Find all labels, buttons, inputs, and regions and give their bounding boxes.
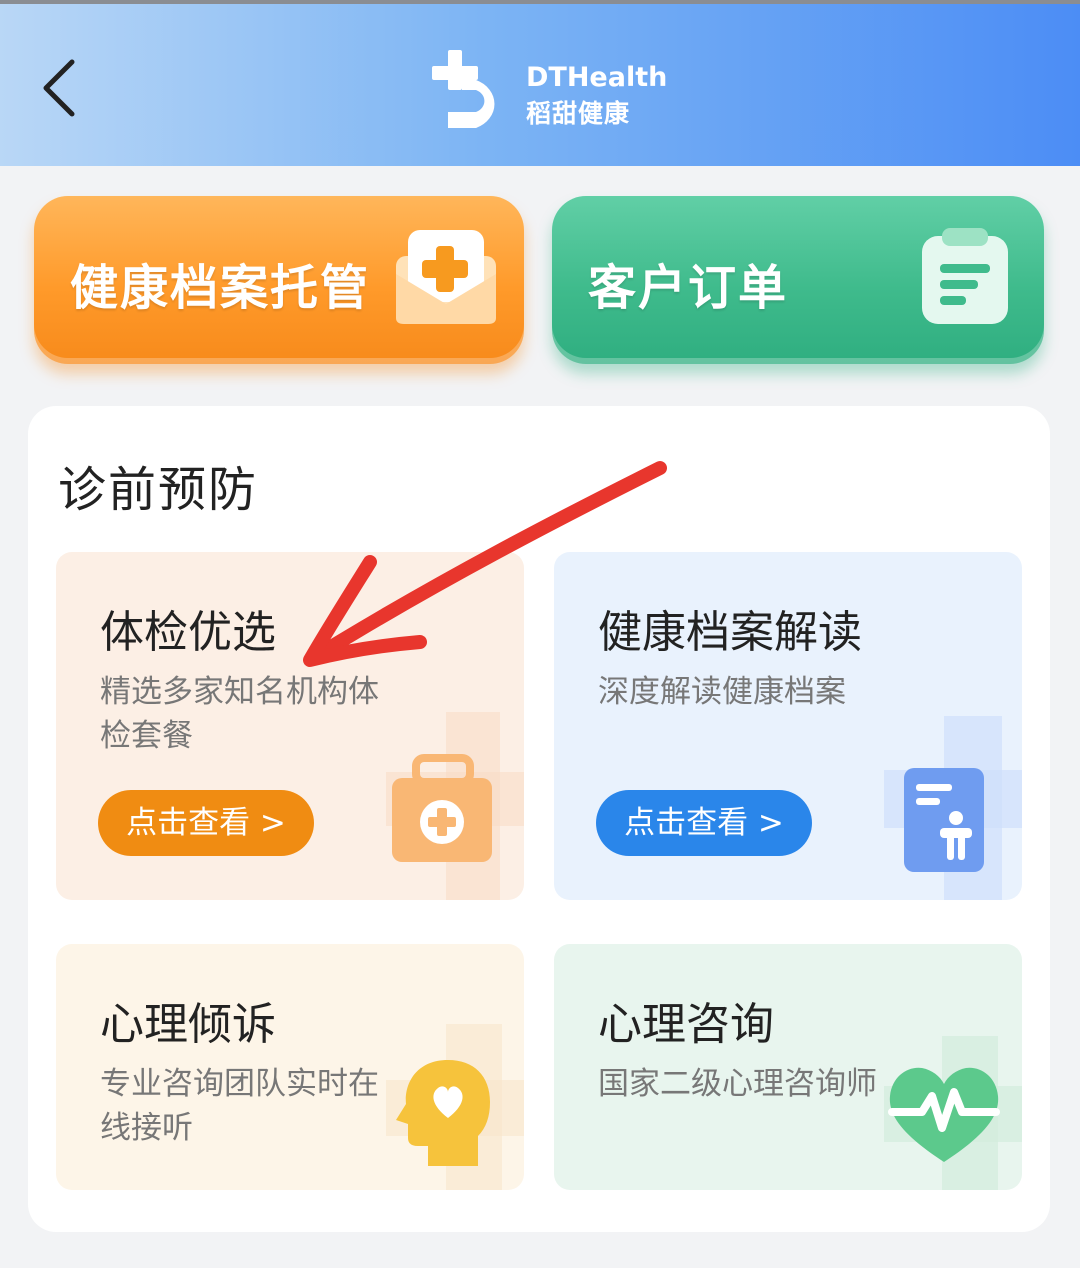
chevron-left-icon [43, 59, 75, 117]
tile-description: 精选多家知名机构体检套餐 [100, 674, 379, 754]
tile-description: 专业咨询团队实时在线接听 [100, 1066, 379, 1146]
psychological-talk-tile[interactable]: 心理倾诉 专业咨询团队实时在线接听 [56, 944, 524, 1190]
view-details-button[interactable]: 点击查看 > [98, 790, 314, 856]
app-header: DTHealth 稻甜健康 [0, 4, 1080, 166]
section-title: 诊前预防 [58, 462, 259, 518]
health-record-interpretation-tile[interactable]: 健康档案解读 深度解读健康档案 点击查看 > [554, 552, 1022, 900]
first-aid-kit-icon [386, 712, 524, 900]
psychological-counseling-tile[interactable]: 心理咨询 国家二级心理咨询师 [554, 944, 1022, 1190]
back-button[interactable] [36, 54, 96, 124]
customer-orders-button[interactable]: 客户订单 [552, 196, 1044, 364]
view-details-button[interactable]: 点击查看 > [596, 790, 812, 856]
clipboard-icon [922, 228, 1008, 324]
checkup-selection-tile[interactable]: 体检优选 精选多家知名机构体检套餐 点击查看 > [56, 552, 524, 900]
health-record-person-icon [884, 716, 1022, 900]
brand-logo: DTHealth 稻甜健康 [428, 48, 667, 132]
customer-orders-label: 客户订单 [588, 260, 789, 316]
tile-description: 国家二级心理咨询师 [598, 1066, 877, 1102]
pre-diagnosis-prevention-card: 诊前预防 体检优选 精选多家知名机构体检套餐 点击查看 > 健康档案解读 深度解… [28, 406, 1050, 1232]
health-record-custody-label: 健康档案托管 [70, 260, 371, 316]
tile-title: 心理倾诉 [100, 999, 276, 1050]
tile-title: 体检优选 [100, 607, 276, 658]
medical-envelope-icon [396, 230, 496, 324]
dthealth-logo-icon [432, 50, 495, 128]
health-record-custody-button[interactable]: 健康档案托管 [34, 196, 524, 364]
heart-pulse-icon [884, 1036, 1022, 1190]
tile-title: 心理咨询 [598, 999, 774, 1050]
head-heart-icon [386, 1024, 524, 1190]
tile-title: 健康档案解读 [598, 607, 862, 658]
logo-text-cn: 稻甜健康 [526, 99, 631, 128]
logo-text-en: DTHealth [526, 62, 668, 93]
tile-description: 深度解读健康档案 [598, 674, 846, 710]
